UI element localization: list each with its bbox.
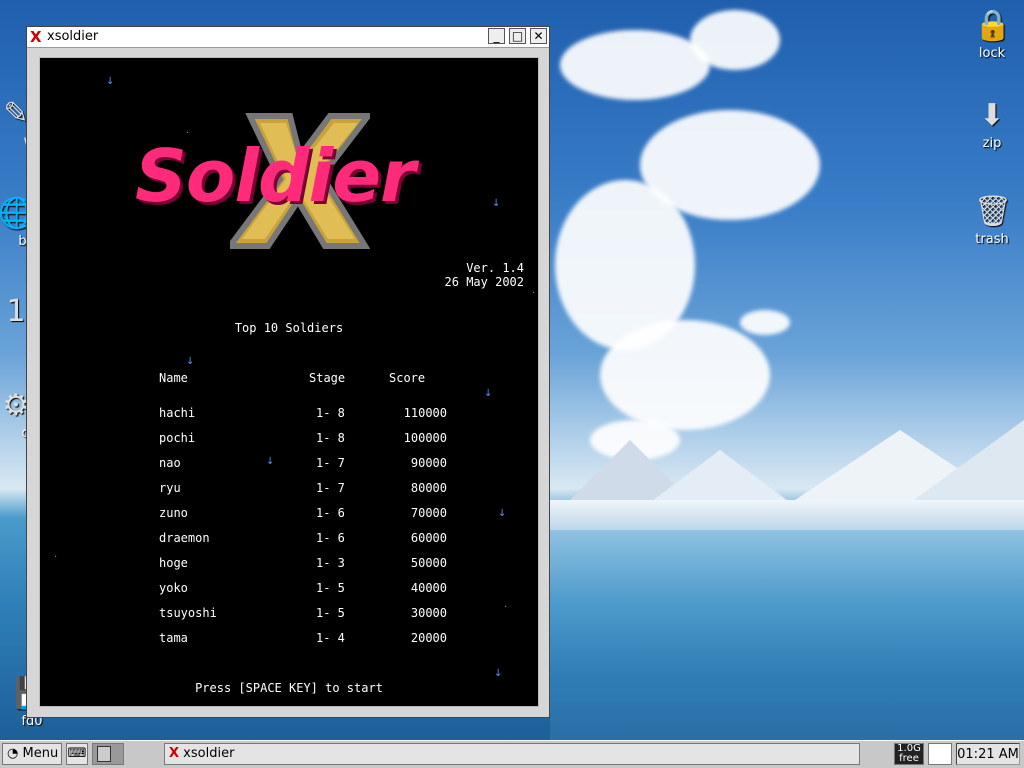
star-icon: ↓ [106, 76, 115, 87]
player-score: 50000 [410, 556, 447, 570]
window-titlebar[interactable]: X xsoldier _ □ ✕ [27, 27, 549, 48]
scores-heading: Top 10 Soldiers [234, 321, 344, 335]
player-stage: 1- 8 [316, 431, 345, 445]
close-button[interactable]: ✕ [530, 28, 547, 44]
star-icon: · [504, 602, 508, 613]
menu-icon: ◔ [7, 746, 19, 761]
snowline [550, 500, 1024, 530]
player-stage: 1- 4 [316, 631, 345, 645]
soldier-x-logo: Soldier [135, 113, 455, 256]
player-score: 80000 [410, 481, 447, 495]
maximize-button[interactable]: □ [509, 28, 526, 44]
player-stage: 1- 5 [316, 606, 345, 620]
player-score: 110000 [403, 406, 447, 420]
player-score: 100000 [403, 431, 447, 445]
player-name: hachi [159, 406, 196, 420]
clock: 01:21 AM [956, 743, 1020, 765]
player-name: hoge [159, 556, 188, 570]
player-score: 40000 [410, 581, 447, 595]
player-name: tama [159, 631, 188, 645]
cloud [560, 30, 710, 100]
xsoldier-x-icon: X [30, 28, 42, 46]
player-score: 90000 [410, 456, 447, 470]
minimize-button[interactable]: _ [488, 28, 505, 44]
cloud [600, 320, 770, 430]
player-name: ryu [159, 481, 181, 495]
star-icon: ↓ [492, 198, 501, 209]
star-icon: ↓ [186, 356, 195, 367]
version-label: Ver. 1.4 [466, 261, 524, 275]
lake [550, 530, 1024, 740]
col-name-header: Name [159, 371, 188, 385]
cloud [690, 10, 780, 70]
star-icon: · [54, 552, 58, 563]
desktop-icon-lock[interactable]: 🔒 lock [962, 8, 1022, 61]
xsoldier-window[interactable]: X xsoldier _ □ ✕ ↓ ↓ · ↓ · ↓ ↓ ↓ ↓ · · ↓… [26, 26, 550, 718]
player-stage: 1- 3 [316, 556, 345, 570]
cloud [740, 310, 790, 335]
player-stage: 1- 5 [316, 581, 345, 595]
game-canvas[interactable]: ↓ ↓ · ↓ · ↓ ↓ ↓ ↓ · · ↓ Soldier Ver. 1.4… [39, 57, 539, 707]
player-stage: 1- 6 [316, 531, 345, 545]
memory-monitor: 1.0G free [894, 743, 924, 765]
trash-icon: 🗑 [974, 194, 1013, 229]
col-stage-header: Stage [309, 371, 346, 385]
player-name: pochi [159, 431, 196, 445]
window-title: xsoldier [47, 29, 99, 44]
logo-word: Soldier [135, 134, 416, 218]
desktop-icon-zip[interactable]: ⬇ zip [962, 98, 1022, 151]
star-icon: · [532, 288, 536, 299]
mountain [900, 420, 1024, 510]
player-stage: 1- 7 [316, 456, 345, 470]
player-score: 30000 [410, 606, 447, 620]
player-name: tsuyoshi [159, 606, 217, 620]
player-stage: 1- 7 [316, 481, 345, 495]
player-name: zuno [159, 506, 188, 520]
player-name: draemon [159, 531, 210, 545]
cpu-monitor [928, 743, 952, 765]
release-date: 26 May 2002 [444, 275, 524, 289]
start-prompt: Press [SPACE KEY] to start [195, 681, 383, 695]
lock-icon: 🔒 [974, 8, 1012, 43]
desktop-pager[interactable] [92, 743, 124, 765]
star-icon: ↓ [494, 668, 503, 679]
star-icon: ↓ [498, 508, 507, 519]
player-name: nao [159, 456, 181, 470]
player-score: 60000 [410, 531, 447, 545]
player-score: 70000 [410, 506, 447, 520]
version-info: Ver. 1.4 26 May 2002 [445, 261, 524, 289]
taskbar: ◔ Menu ⌨ X xsoldier 1.0G free 01:21 AM [0, 740, 1024, 768]
player-stage: 1- 6 [316, 506, 345, 520]
menu-button[interactable]: ◔ Menu [2, 743, 62, 765]
xsoldier-x-icon: X [169, 746, 180, 761]
star-icon: ↓ [266, 456, 275, 467]
keyboard-icon[interactable]: ⌨ [66, 743, 88, 765]
player-score: 20000 [410, 631, 447, 645]
player-name: yoko [159, 581, 188, 595]
player-stage: 1- 8 [316, 406, 345, 420]
zip-icon: ⬇ [979, 98, 1005, 133]
col-score-header: Score [389, 371, 426, 385]
desktop-icon-trash[interactable]: 🗑 trash [962, 194, 1022, 247]
taskbar-item-xsoldier[interactable]: X xsoldier [164, 743, 860, 765]
star-icon: ↓ [484, 388, 493, 399]
